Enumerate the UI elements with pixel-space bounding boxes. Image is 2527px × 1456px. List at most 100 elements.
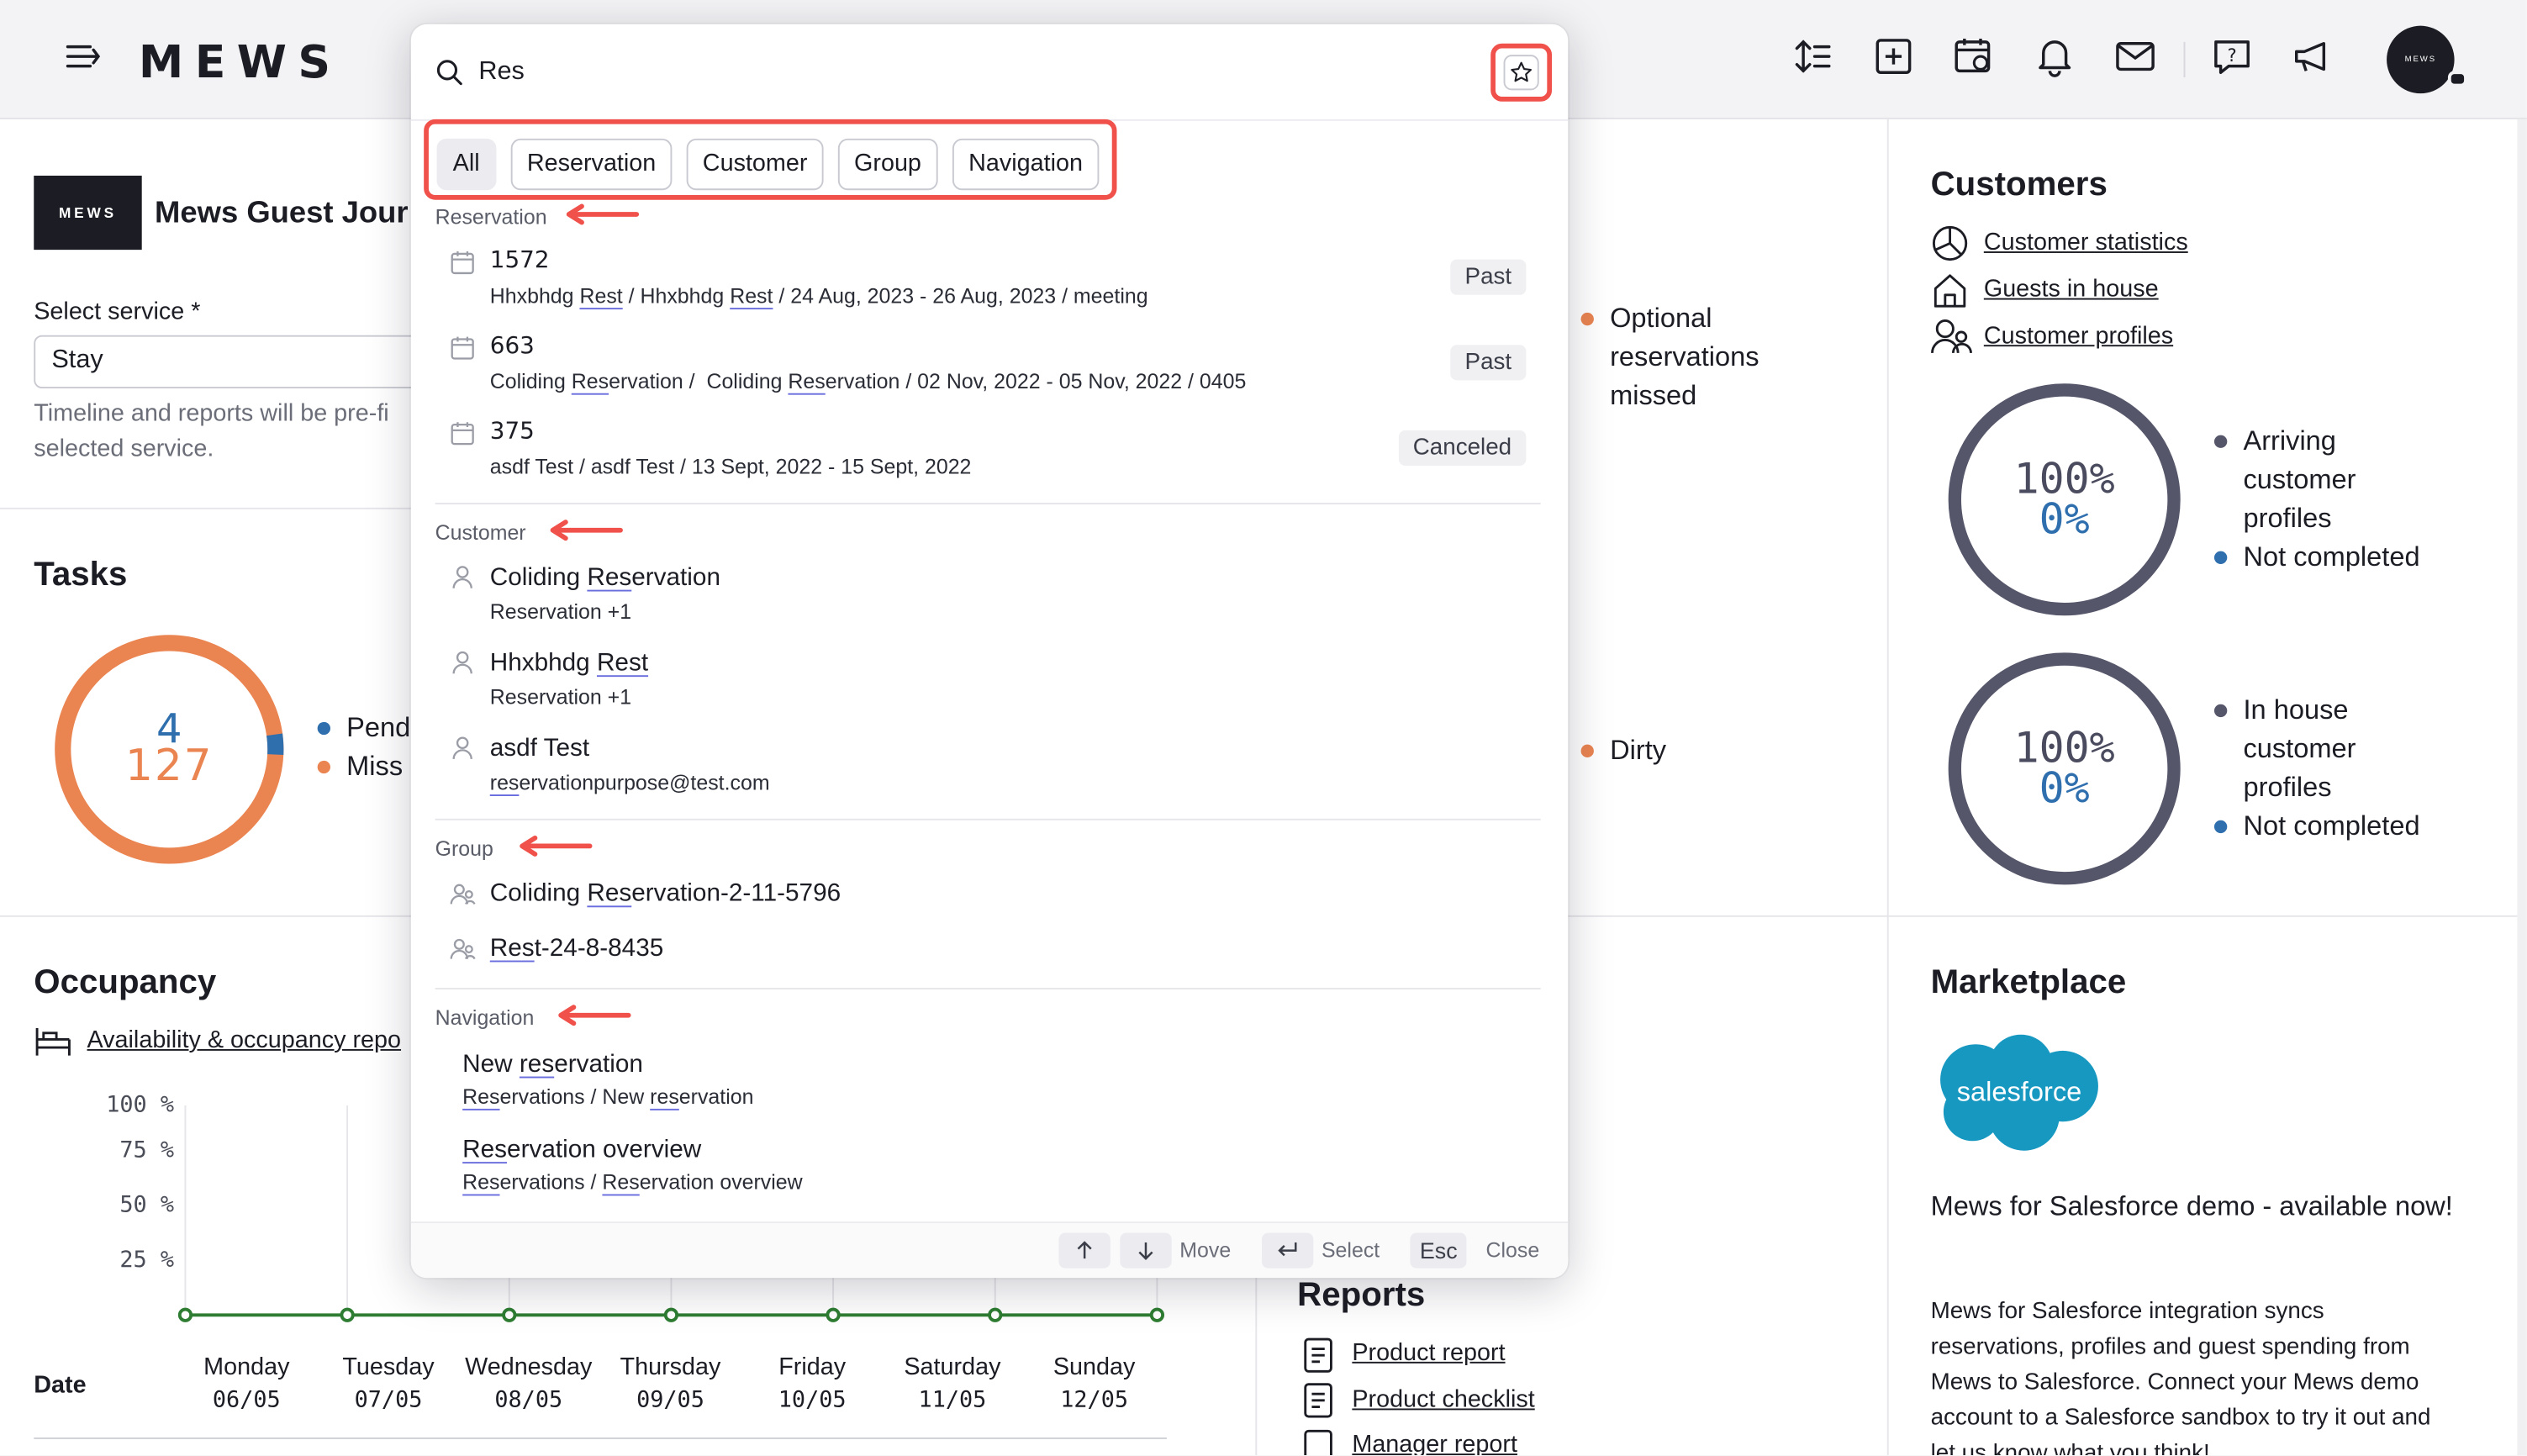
occupancy-point — [1149, 1307, 1165, 1322]
x-tick-label: Thursday 09/05 — [598, 1350, 743, 1418]
filter-highlight: All Reservation Customer Group Navigatio… — [424, 119, 1117, 200]
marketplace-body-5: let us know what you think! — [1930, 1440, 2210, 1456]
arriving-legend-2: customer — [2243, 464, 2356, 495]
search-row — [410, 24, 1569, 121]
group-icon — [450, 938, 476, 960]
optional-line-3: missed — [1610, 380, 1697, 411]
checklist-icon — [1302, 1383, 1334, 1418]
select-hint: Select — [1321, 1237, 1380, 1263]
x-tick-label: Friday 10/05 — [740, 1350, 885, 1418]
x-tick-label: Monday 06/05 — [174, 1350, 319, 1418]
customer-name: asdf Test — [489, 735, 590, 762]
inhouse-legend-2: customer — [2243, 733, 2356, 764]
calendar-icon — [451, 336, 474, 360]
guests-in-house-link[interactable]: Guests in house — [1984, 276, 2159, 303]
availability-report-link[interactable]: Availability & occupancy repo — [87, 1026, 402, 1054]
move-hint: Move — [1179, 1237, 1232, 1263]
user-icon — [452, 651, 472, 674]
section-navigation: Navigation — [435, 1005, 535, 1030]
day-date: 10/05 — [778, 1387, 847, 1414]
arrow-annotation — [558, 1005, 631, 1026]
filter-reservation[interactable]: Reservation — [510, 138, 673, 191]
marketplace-body-1: Mews for Salesforce integration syncs — [1930, 1299, 2324, 1325]
section-divider — [435, 988, 1541, 990]
salesforce-logo-text: salesforce — [1957, 1076, 2081, 1106]
favorite-highlight — [1490, 43, 1553, 102]
filter-customer[interactable]: Customer — [686, 138, 824, 191]
y-tick: 50 % — [119, 1192, 175, 1219]
inhouse-gauge-bottom: 0% — [2039, 765, 2090, 815]
filter-all[interactable]: All — [436, 138, 496, 191]
select-service-dropdown[interactable]: Stay — [34, 335, 453, 388]
panel-divider — [0, 507, 411, 509]
tasks-legend-pending: Pend — [346, 712, 411, 743]
legend-dot-optional — [1580, 312, 1594, 326]
journey-hint-2: selected service. — [34, 435, 214, 463]
bell-icon[interactable] — [2030, 32, 2079, 81]
day-date: 11/05 — [918, 1387, 987, 1414]
navigation-title: New reservation — [462, 1050, 643, 1079]
calendar-icon — [451, 422, 474, 446]
sort-icon[interactable] — [1789, 32, 1838, 81]
manager-report-icon — [1302, 1429, 1334, 1456]
reservation-number: 663 — [489, 333, 535, 360]
customer-statistics-link[interactable]: Customer statistics — [1984, 229, 2188, 256]
day-name: Thursday — [620, 1353, 721, 1381]
day-date: 09/05 — [636, 1387, 704, 1414]
marketplace-body-2: reservations, profiles and guest spendin… — [1930, 1334, 2410, 1360]
date-label: Date — [34, 1371, 87, 1399]
tasks-title: Tasks — [34, 556, 128, 593]
legend-dot-pending — [317, 721, 330, 736]
arrow-annotation — [520, 835, 593, 857]
salesforce-logo[interactable]: salesforce — [1928, 1031, 2108, 1160]
mail-icon[interactable] — [2111, 32, 2160, 81]
chart-bottom-rule — [34, 1437, 1167, 1439]
menu-icon[interactable] — [58, 32, 107, 81]
legend-dot-arriving — [2213, 435, 2228, 448]
reservation-number: 375 — [489, 419, 535, 446]
add-icon[interactable] — [1870, 32, 1918, 81]
navigation-path: Reservations / Reservation overview — [462, 1169, 803, 1195]
day-name: Saturday — [904, 1353, 1001, 1381]
product-checklist-link[interactable]: Product checklist — [1352, 1386, 1534, 1414]
megaphone-icon[interactable] — [2288, 32, 2337, 81]
user-icon — [452, 736, 472, 760]
arrow-down-key — [1120, 1232, 1172, 1269]
reservation-number: 1572 — [489, 248, 550, 274]
navigation-title: Reservation overview — [462, 1136, 702, 1164]
occupancy-point — [988, 1307, 1003, 1322]
users-icon — [1931, 318, 1973, 365]
occupancy-point — [177, 1307, 193, 1322]
avatar[interactable]: MEWS — [2387, 25, 2455, 94]
customer-details: reservationpurpose@test.com — [489, 770, 770, 795]
arrow-up-key — [1058, 1232, 1111, 1269]
customer-profiles-link[interactable]: Customer profiles — [1984, 322, 2173, 350]
filter-group[interactable]: Group — [837, 138, 938, 191]
reservation-details: Hhxbhdg Rest / Hhxbhdg Rest / 24 Aug, 20… — [489, 283, 1148, 309]
panel-divider — [1886, 119, 1889, 1456]
manager-report-link[interactable]: Manager report — [1352, 1431, 1517, 1455]
occupancy-point — [340, 1307, 355, 1322]
tasks-legend-missed: Miss — [346, 751, 404, 782]
help-icon[interactable]: ? — [2208, 32, 2256, 81]
search-input[interactable] — [478, 53, 1446, 92]
select-service-label: Select service * — [34, 298, 201, 326]
calendar-view-icon[interactable] — [1950, 32, 1999, 81]
journey-hint: Timeline and reports will be pre-fi — [34, 399, 389, 428]
status-badge: Past — [1450, 259, 1527, 295]
product-report-link[interactable]: Product report — [1352, 1339, 1505, 1367]
favorite-button[interactable] — [1503, 55, 1539, 91]
user-icon — [452, 566, 472, 588]
filter-navigation[interactable]: Navigation — [952, 138, 1100, 191]
optional-line-1: Optional — [1610, 303, 1712, 334]
occupancy-title: Occupancy — [34, 963, 217, 1001]
svg-text:?: ? — [2227, 45, 2236, 66]
mews-logo[interactable]: MEWS — [139, 35, 342, 88]
report-icon — [1302, 1337, 1334, 1373]
page-scrollbar[interactable] — [2517, 119, 2527, 1456]
dashboard-stage: MEWS ? MEWS MEWS Mews Guest Jour Select … — [0, 0, 2527, 1456]
group-name: Coliding Reservation-2-11-5796 — [489, 879, 841, 908]
reservation-details: Coliding Reservation / Coliding Reservat… — [489, 368, 1247, 393]
day-date: 12/05 — [1060, 1387, 1129, 1414]
status-badge: Past — [1450, 345, 1527, 381]
